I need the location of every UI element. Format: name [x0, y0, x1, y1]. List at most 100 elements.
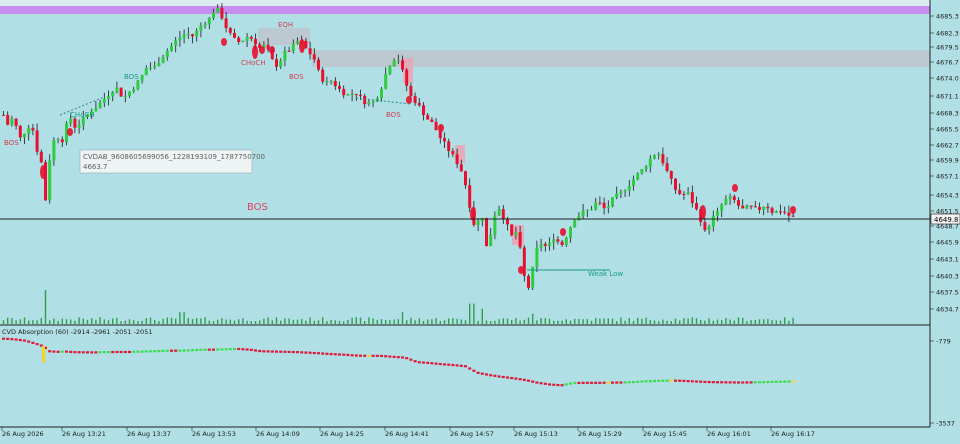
candle-body [653, 155, 656, 159]
premium-zone-band-top [0, 0, 930, 6]
candle-body [640, 169, 644, 174]
oscillator-bar [695, 380, 698, 383]
candle-body [569, 227, 572, 238]
oscillator-bar [14, 338, 18, 341]
candle-body [770, 208, 774, 213]
candle-body [468, 185, 472, 208]
candle-body [153, 65, 157, 68]
oscillator-bar [716, 381, 719, 384]
candle-body [384, 74, 388, 89]
oscillator-bar [262, 350, 266, 353]
oscillator-bar [737, 381, 740, 384]
oscillator-bar [401, 356, 404, 359]
premium-zone-band [0, 6, 930, 14]
oscillator-bar [514, 377, 518, 380]
volume-bar [548, 318, 551, 324]
candle-body [23, 133, 26, 138]
candle-body [18, 125, 22, 138]
volume-bar [725, 318, 727, 324]
candle-body [489, 234, 493, 247]
candle-body [451, 151, 455, 155]
candle-body [329, 80, 333, 82]
candle-body [678, 189, 682, 194]
volume-bar [519, 320, 521, 324]
oscillator-bar [779, 380, 782, 383]
candle-body [212, 12, 215, 19]
candle-body [594, 202, 598, 210]
volume-bar [418, 318, 420, 324]
oscillator-bar [506, 376, 509, 379]
oscillator-bar [153, 350, 157, 353]
candle-body [459, 164, 463, 172]
candle-body [31, 127, 35, 131]
oscillator-bar [753, 381, 757, 384]
oscillator-bar [275, 350, 278, 353]
volume-bar [704, 320, 706, 324]
candle-body [548, 242, 551, 246]
price-tick-label: 4668.3 [936, 110, 959, 118]
oscillator-bar [199, 348, 203, 351]
volume-bar [200, 318, 202, 324]
candle-body [392, 60, 396, 67]
oscillator-bar [623, 381, 627, 384]
volume-bar [460, 319, 462, 324]
volume-bar [561, 320, 563, 324]
oscillator-bar [350, 354, 354, 357]
oscillator-bar [65, 350, 68, 353]
oscillator-bar [296, 351, 299, 354]
volume-bar [565, 319, 567, 324]
volume-bar [574, 318, 576, 324]
candle-body [724, 199, 728, 205]
oscillator-bar [438, 362, 442, 366]
volume-bar [641, 318, 643, 324]
candle-body [527, 275, 530, 288]
oscillator-bar [18, 338, 22, 342]
volume-bar [435, 318, 437, 324]
price-tick-label: 4665.5 [936, 126, 959, 134]
candle-body [602, 202, 606, 209]
volume-bar [733, 320, 735, 324]
candle-body [422, 105, 425, 116]
candle-body [434, 121, 438, 131]
volume-bar [86, 319, 89, 324]
candle-body [224, 18, 228, 29]
oscillator-bar [69, 350, 73, 354]
oscillator-bar [304, 351, 308, 354]
volume-bar [779, 320, 782, 324]
volume-bar [443, 320, 446, 324]
candle-body [636, 173, 640, 180]
candle-body [728, 196, 732, 200]
volume-bar [204, 317, 206, 324]
oscillator-bar [195, 348, 199, 352]
oscillator-bar [510, 376, 514, 380]
oscillator-bar [560, 384, 564, 387]
chart-canvas[interactable]: EQH CHoCH BOS BOS BOS BOS CHoCH BOS Weak… [0, 0, 960, 440]
candle-body [14, 118, 18, 126]
oscillator-bar [434, 362, 438, 365]
oscillator-bar [766, 380, 770, 384]
volume-bar [334, 320, 336, 324]
candle-body [10, 118, 14, 125]
candle-body [682, 193, 686, 195]
volume-bar [175, 318, 177, 324]
oscillator-bar [60, 350, 64, 353]
candle-body [632, 179, 635, 186]
candle-body [514, 232, 518, 236]
candle-body [556, 239, 560, 242]
oscillator-bar [354, 354, 358, 357]
candle-body [749, 205, 753, 207]
oscillator-bar [720, 381, 724, 384]
oscillator-tick-label: -779 [936, 338, 951, 346]
candle-body [690, 192, 694, 204]
signal-marker [67, 128, 73, 136]
volume-bar [456, 318, 458, 324]
volume-bar [250, 321, 252, 324]
oscillator-bar [657, 379, 661, 382]
oscillator-bar [149, 350, 152, 353]
oscillator-bar [144, 350, 148, 353]
candle-body [661, 154, 665, 164]
trading-chart[interactable]: EQH CHoCH BOS BOS BOS BOS CHoCH BOS Weak… [0, 0, 960, 440]
oscillator-bar [594, 381, 598, 384]
candle-body [27, 127, 31, 134]
candle-body [732, 196, 736, 201]
